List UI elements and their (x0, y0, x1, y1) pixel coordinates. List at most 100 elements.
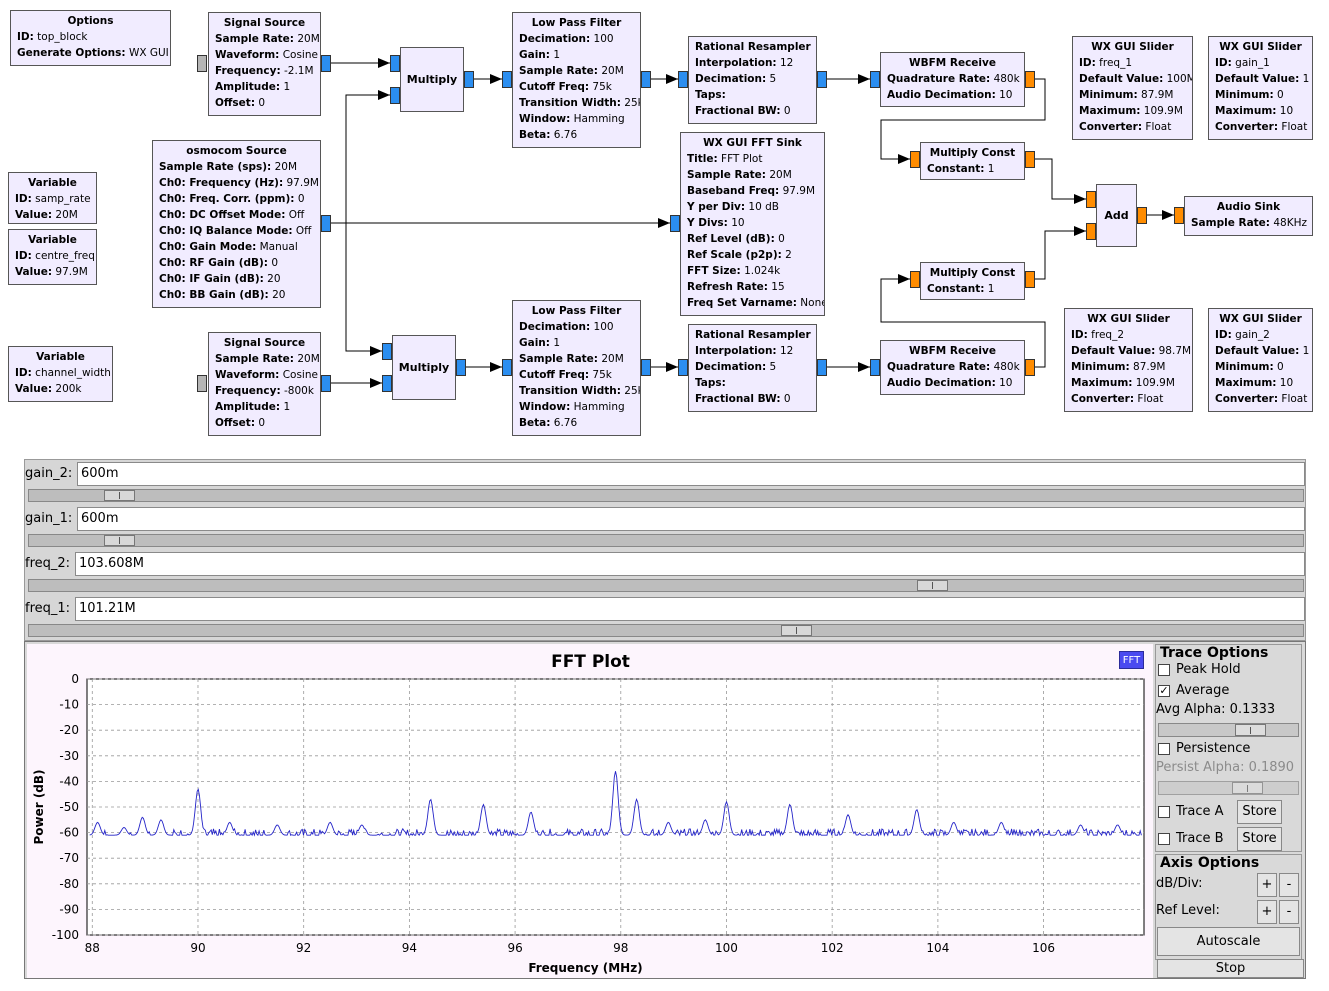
control-slider-thumb[interactable] (104, 490, 135, 501)
block-param-row: ID: channel_width (15, 365, 111, 381)
trace-a-checkbox[interactable]: Trace A (1158, 802, 1224, 822)
wx-gui-slider-gain-2[interactable]: WX GUI Slider ID: gain_2 Default Value: 1M… (1208, 308, 1313, 412)
trace-a-store-button[interactable]: Store (1237, 800, 1282, 824)
block-port[interactable] (321, 375, 331, 392)
param-value: centre_freq (31, 250, 95, 262)
block-port[interactable] (817, 359, 827, 376)
control-slider-track[interactable] (28, 534, 1304, 547)
wx-gui-fft-sink-block[interactable]: WX GUI FFT Sink Title: FFT Plot Sample Rat… (680, 132, 825, 316)
block-port[interactable] (1137, 207, 1147, 224)
block-port[interactable] (456, 359, 466, 376)
options-block[interactable]: Options ID: top_block Generate Options: WX… (10, 10, 171, 66)
block-port[interactable] (390, 87, 400, 104)
block-port[interactable] (502, 359, 512, 376)
persist-alpha-slider[interactable] (1158, 781, 1299, 795)
control-slider-track[interactable] (28, 624, 1304, 637)
control-value-input[interactable]: 600m (77, 507, 1305, 531)
control-slider-thumb[interactable] (104, 535, 135, 546)
block-port[interactable] (321, 215, 331, 232)
signal-source-block-1[interactable]: Signal Source Sample Rate: 20M Waveform: C… (208, 12, 321, 116)
persistence-checkbox[interactable]: Persistence (1158, 739, 1250, 759)
stop-button[interactable]: Stop (1157, 959, 1304, 978)
average-checkbox[interactable]: ✓ Average (1158, 681, 1229, 701)
arrow-head-icon (666, 74, 678, 84)
block-port[interactable] (382, 375, 392, 392)
autoscale-button[interactable]: Autoscale (1157, 927, 1300, 956)
block-port[interactable] (670, 215, 680, 232)
control-slider-track[interactable] (28, 489, 1304, 502)
persist-alpha-slider-thumb[interactable] (1232, 782, 1263, 794)
variable-samp-rate[interactable]: Variable ID: samp_rate Value: 20M (8, 172, 97, 224)
block-port[interactable] (817, 71, 827, 88)
multiply-const-block-1[interactable]: Multiply Const Constant: 1 (920, 142, 1025, 180)
block-port[interactable] (1086, 223, 1096, 240)
block-title: WX GUI FFT Sink (703, 137, 802, 149)
ref-level-plus-button[interactable]: + (1257, 900, 1277, 924)
low-pass-filter-block-1[interactable]: Low Pass Filter Decimation: 100 Gain: 1 Sam… (512, 12, 641, 148)
db-div-plus-button[interactable]: + (1257, 873, 1277, 897)
block-port[interactable] (197, 55, 207, 72)
multiply-block-1[interactable]: Multiply (400, 47, 464, 112)
block-port[interactable] (910, 271, 920, 288)
block-port[interactable] (678, 359, 688, 376)
low-pass-filter-block-2[interactable]: Low Pass Filter Decimation: 100 Gain: 1 Sam… (512, 300, 641, 436)
block-port[interactable] (641, 71, 651, 88)
block-port[interactable] (390, 55, 400, 72)
x-tick-label: 94 (402, 941, 417, 955)
block-port[interactable] (870, 359, 880, 376)
osmocom-source-block[interactable]: osmocom Source Sample Rate (sps): 20M Ch0:… (152, 140, 321, 308)
block-param-row: Ch0: Frequency (Hz): 97.9M (159, 175, 319, 191)
block-port[interactable] (502, 71, 512, 88)
trace-b-store-button[interactable]: Store (1237, 827, 1282, 851)
persistence-check-icon[interactable] (1158, 743, 1170, 755)
wbfm-receive-block-2[interactable]: WBFM Receive Quadrature Rate: 480k Audio D… (880, 340, 1025, 395)
rational-resampler-block-1[interactable]: Rational Resampler Interpolation: 12 Decim… (688, 36, 817, 124)
block-port[interactable] (1086, 191, 1096, 208)
audio-sink-block[interactable]: Audio Sink Sample Rate: 48KHz (1184, 196, 1313, 236)
control-value-input[interactable]: 103.608M (75, 552, 1305, 576)
rational-resampler-block-2[interactable]: Rational Resampler Interpolation: 12 Decim… (688, 324, 817, 412)
block-port[interactable] (678, 71, 688, 88)
trace-b-check-icon[interactable] (1158, 833, 1170, 845)
wx-gui-slider-freq-1[interactable]: WX GUI Slider ID: freq_1 Default Value: 10… (1072, 36, 1193, 140)
variable-channel-width[interactable]: Variable ID: channel_width Value: 200k (8, 346, 113, 402)
block-port[interactable] (1025, 271, 1035, 288)
variable-centre-freq[interactable]: Variable ID: centre_freq Value: 97.9M (8, 229, 97, 285)
param-name: Offset: (215, 417, 256, 429)
block-port[interactable] (321, 55, 331, 72)
block-port[interactable] (870, 71, 880, 88)
block-port[interactable] (910, 151, 920, 168)
control-value-input[interactable]: 101.21M (75, 597, 1305, 621)
wbfm-receive-block-1[interactable]: WBFM Receive Quadrature Rate: 480k Audio D… (880, 52, 1025, 107)
block-port[interactable] (641, 359, 651, 376)
add-block[interactable]: Add (1096, 184, 1137, 247)
block-param-row: Converter: Float (1071, 391, 1186, 407)
peak-hold-checkbox[interactable]: Peak Hold (1158, 660, 1241, 680)
average-check-icon[interactable]: ✓ (1158, 685, 1170, 697)
db-div-minus-button[interactable]: - (1279, 873, 1299, 897)
block-port[interactable] (1025, 359, 1035, 376)
avg-alpha-slider-thumb[interactable] (1235, 724, 1266, 736)
multiply-const-block-2[interactable]: Multiply Const Constant: 1 (920, 262, 1025, 300)
control-slider-thumb[interactable] (917, 580, 948, 591)
signal-source-block-2[interactable]: Signal Source Sample Rate: 20M Waveform: C… (208, 332, 321, 436)
control-slider-thumb[interactable] (781, 625, 812, 636)
block-port[interactable] (1025, 71, 1035, 88)
control-value-input[interactable]: 600m (77, 462, 1305, 486)
param-name: Sample Rate: (687, 169, 766, 181)
multiply-block-2[interactable]: Multiply (392, 335, 456, 400)
block-title: WX GUI Slider (1219, 41, 1302, 53)
avg-alpha-slider[interactable] (1158, 723, 1299, 737)
ref-level-minus-button[interactable]: - (1279, 900, 1299, 924)
block-port[interactable] (382, 343, 392, 360)
wx-gui-slider-gain-1[interactable]: WX GUI Slider ID: gain_1 Default Value: 1M… (1208, 36, 1313, 140)
trace-a-check-icon[interactable] (1158, 806, 1170, 818)
block-port[interactable] (464, 71, 474, 88)
peak-hold-check-icon[interactable] (1158, 664, 1170, 676)
block-port[interactable] (1025, 151, 1035, 168)
block-port[interactable] (1174, 207, 1184, 224)
wx-gui-slider-freq-2[interactable]: WX GUI Slider ID: freq_2 Default Value: 98… (1064, 308, 1193, 412)
trace-b-checkbox[interactable]: Trace B (1158, 829, 1224, 849)
control-slider-track[interactable] (28, 579, 1304, 592)
block-port[interactable] (197, 375, 207, 392)
